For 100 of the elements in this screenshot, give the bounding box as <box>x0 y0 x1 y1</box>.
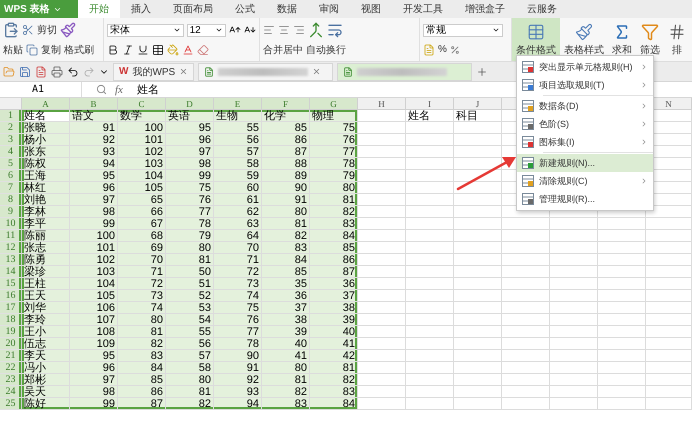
table-cell: 李玲 <box>22 314 70 326</box>
table-cell: 74 <box>214 290 262 302</box>
ribbon-button[interactable]: 求和 <box>608 18 636 61</box>
column-header[interactable]: H <box>358 98 406 110</box>
row-header[interactable]: 21 <box>0 350 22 362</box>
percent-button[interactable]: % <box>438 44 447 55</box>
column-header[interactable]: A <box>22 98 70 110</box>
row-header[interactable]: 20 <box>0 338 22 350</box>
table-cell: 姓名 <box>22 110 70 122</box>
table-cell: 37 <box>262 302 310 314</box>
row-header[interactable]: 15 <box>0 278 22 290</box>
row-header[interactable]: 22 <box>0 362 22 374</box>
document-tab[interactable]: W 我的WPS <box>113 62 194 80</box>
column-header[interactable]: J <box>454 98 502 110</box>
row-header[interactable]: 18 <box>0 314 22 326</box>
font-size-field[interactable]: 12 <box>186 24 226 36</box>
column-header[interactable]: C <box>118 98 166 110</box>
cut-button[interactable]: 剪切 <box>37 23 57 38</box>
row-header[interactable]: 16 <box>0 290 22 302</box>
column-header[interactable]: D <box>166 98 214 110</box>
table-cell: 38 <box>262 314 310 326</box>
paste-button[interactable]: 粘贴 <box>3 42 23 57</box>
column-header[interactable]: E <box>214 98 262 110</box>
table-cell: 74 <box>118 302 166 314</box>
table-cell: 80 <box>310 182 358 194</box>
menu-tab[interactable]: 增强盒子 <box>454 0 516 18</box>
table-cell: 98 <box>166 158 214 170</box>
copy-button[interactable]: 复制 <box>41 42 61 57</box>
table-cell: 83 <box>310 218 358 230</box>
row-header[interactable]: 14 <box>0 266 22 278</box>
menu-item[interactable]: 突出显示单元格规则(H) <box>517 58 653 76</box>
table-cell: 王天 <box>22 290 70 302</box>
table-cell: 84 <box>310 230 358 242</box>
table-cell: 51 <box>166 278 214 290</box>
menu-item[interactable]: 色阶(S) <box>517 115 653 133</box>
column-header[interactable]: F <box>262 98 310 110</box>
number-format-field[interactable]: 常规 <box>423 24 503 36</box>
menu-item[interactable]: 图标集(I) <box>517 133 653 151</box>
row-header[interactable]: 1 <box>0 110 22 122</box>
row-header[interactable]: 23 <box>0 374 22 386</box>
menu-tab[interactable]: 视图 <box>350 0 392 18</box>
menu-item[interactable]: 清除规则(C) <box>517 172 653 190</box>
row-header[interactable]: 8 <box>0 194 22 206</box>
row-header[interactable]: 17 <box>0 302 22 314</box>
row-header[interactable]: 12 <box>0 242 22 254</box>
menu-tab[interactable]: 插入 <box>120 0 162 18</box>
wrap-text-button[interactable]: 自动换行 <box>306 42 346 57</box>
table-cell: 王海 <box>22 170 70 182</box>
table-cell: 80 <box>262 206 310 218</box>
menu-tab[interactable]: 开发工具 <box>392 0 454 18</box>
ribbon-button[interactable]: 表格样式 <box>560 18 608 61</box>
row-header[interactable]: 24 <box>0 386 22 398</box>
row-header[interactable]: 2 <box>0 122 22 134</box>
row-header[interactable]: 3 <box>0 134 22 146</box>
menu-tab[interactable]: 云服务 <box>516 0 568 18</box>
function-label[interactable]: fx <box>115 84 123 96</box>
ribbon-button[interactable]: 筛选 <box>636 18 664 61</box>
row-header[interactable]: 9 <box>0 206 22 218</box>
table-cell: 56 <box>214 134 262 146</box>
menu-item[interactable]: 管理规则(R)... <box>517 190 653 208</box>
name-box[interactable]: A1 <box>0 82 82 97</box>
menu-item[interactable]: 项目选取规则(T) <box>517 76 653 94</box>
column-header[interactable]: G <box>310 98 358 110</box>
row-header[interactable]: 4 <box>0 146 22 158</box>
table-cell: 91 <box>262 194 310 206</box>
row-header[interactable]: 6 <box>0 170 22 182</box>
table-cell: 62 <box>214 206 262 218</box>
row-header[interactable]: 19 <box>0 326 22 338</box>
table-cell: 105 <box>70 290 118 302</box>
table-cell: 77 <box>214 326 262 338</box>
table-cell: 85 <box>118 374 166 386</box>
table-cell: 李林 <box>22 206 70 218</box>
menu-item[interactable]: 新建规则(N)... <box>517 154 653 172</box>
table-cell: 化学 <box>262 110 310 122</box>
table-cell: 96 <box>70 182 118 194</box>
table-cell: 57 <box>166 350 214 362</box>
font-name-field[interactable]: 宋体 <box>107 24 184 36</box>
column-header[interactable]: I <box>406 98 454 110</box>
row-header[interactable]: 11 <box>0 230 22 242</box>
table-cell: 76 <box>166 194 214 206</box>
table-cell: 100 <box>118 122 166 134</box>
format-painter-button[interactable]: 格式刷 <box>64 42 94 57</box>
row-header[interactable]: 7 <box>0 182 22 194</box>
menu-tab[interactable]: 开始 <box>78 0 120 18</box>
row-header[interactable]: 10 <box>0 218 22 230</box>
formula-field[interactable]: 姓名 <box>136 82 159 97</box>
row-header[interactable]: 25 <box>0 398 22 410</box>
menu-tab[interactable]: 页面布局 <box>162 0 224 18</box>
row-header[interactable]: 5 <box>0 158 22 170</box>
table-cell: 94 <box>214 398 262 410</box>
table-cell: 58 <box>214 158 262 170</box>
ribbon-button[interactable]: 排 <box>664 18 690 61</box>
table-cell: 80 <box>166 242 214 254</box>
column-header[interactable]: B <box>70 98 118 110</box>
table-cell: 103 <box>118 158 166 170</box>
row-header[interactable]: 13 <box>0 254 22 266</box>
menu-tab[interactable]: 审阅 <box>308 0 350 18</box>
menu-tab[interactable]: 公式 <box>224 0 266 18</box>
menu-tab[interactable]: 数据 <box>266 0 308 18</box>
merge-button[interactable]: 合并居中 <box>263 42 303 57</box>
